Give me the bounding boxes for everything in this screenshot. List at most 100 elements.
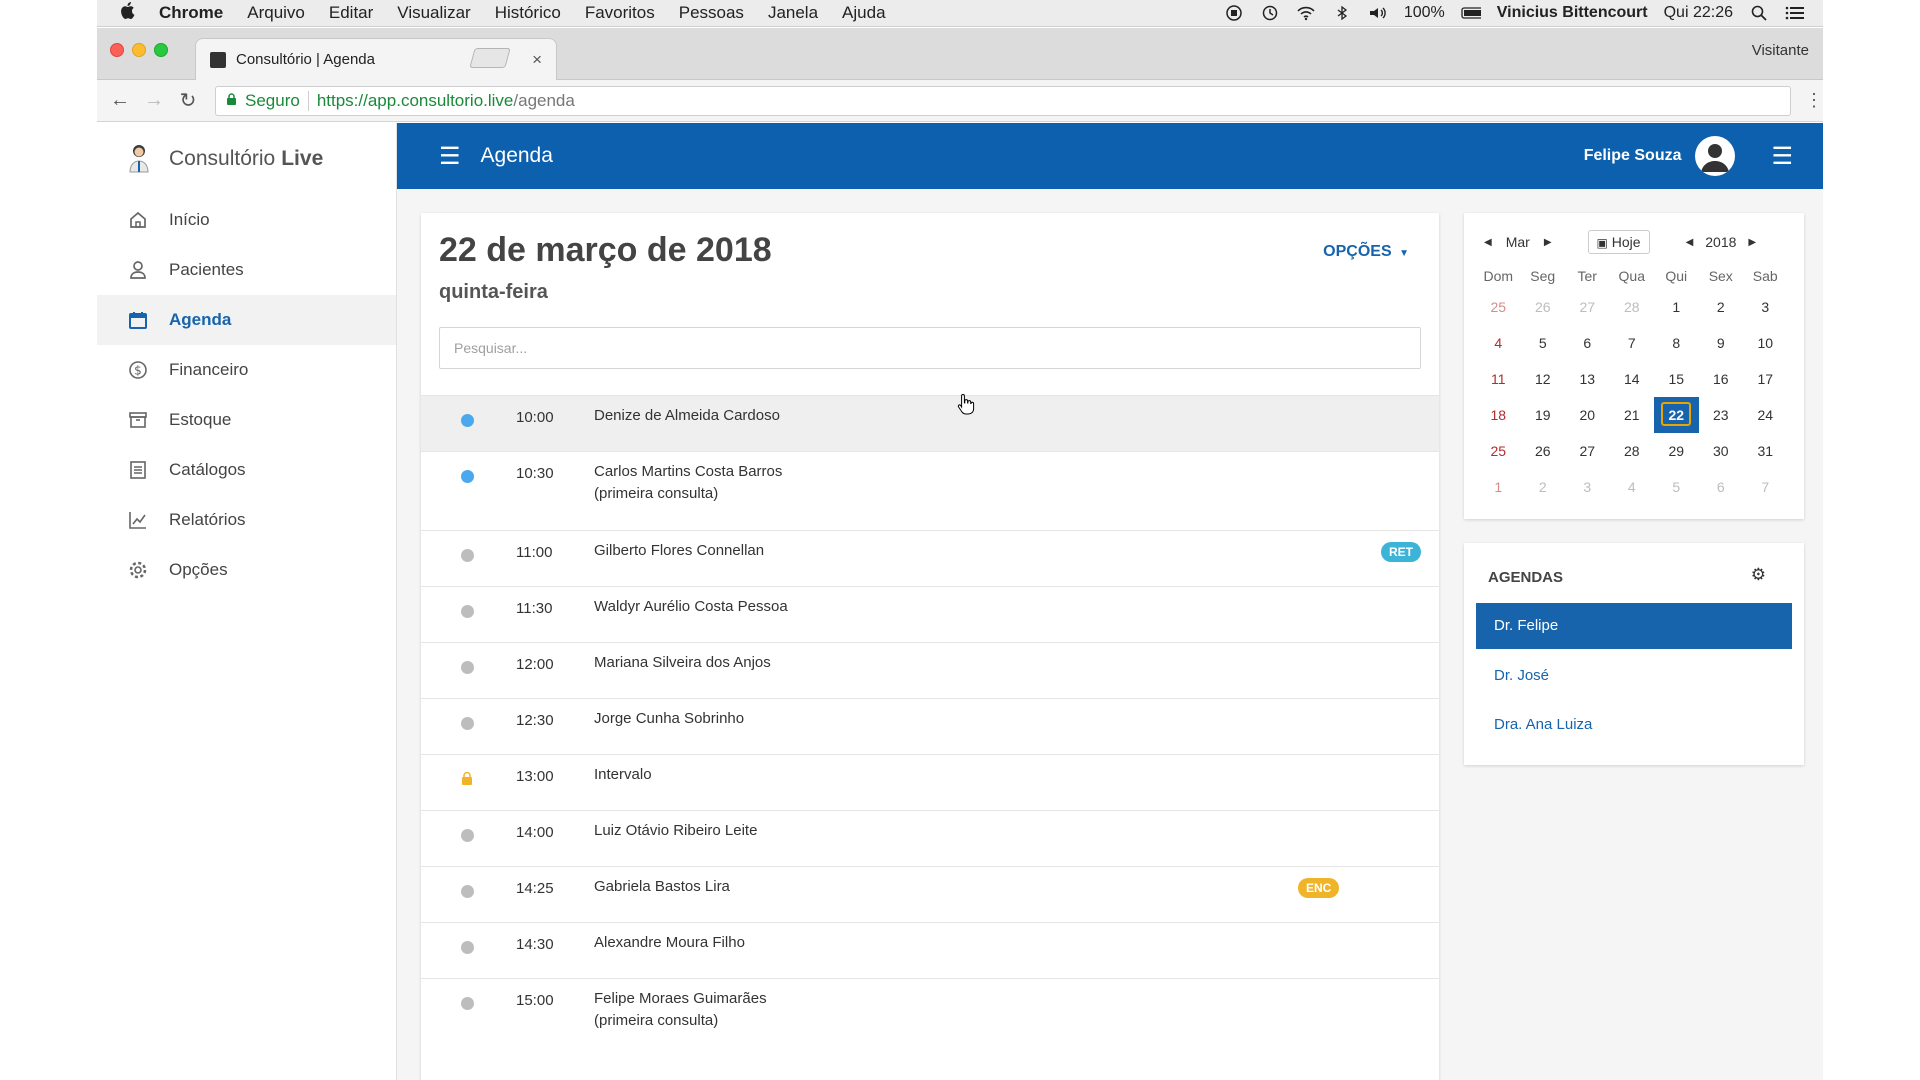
appointment-row[interactable]: 14:25 Gabriela Bastos Lira ENC xyxy=(421,866,1439,922)
bluetooth-icon[interactable] xyxy=(1332,5,1352,21)
calendar-day[interactable]: 30 xyxy=(1699,433,1744,469)
menu-ajuda[interactable]: Ajuda xyxy=(842,3,885,23)
avatar[interactable] xyxy=(1695,136,1736,176)
calendar-day[interactable]: 2 xyxy=(1521,469,1566,505)
calendar-day[interactable]: 7 xyxy=(1743,469,1788,505)
calendar-day[interactable]: 19 xyxy=(1521,397,1566,433)
agenda-item-dr-felipe[interactable]: Dr. Felipe xyxy=(1476,603,1792,649)
calendar-day[interactable]: 14 xyxy=(1610,361,1655,397)
prev-month-icon[interactable]: ◀ xyxy=(1484,237,1492,248)
window-close-button[interactable] xyxy=(110,43,124,57)
menubar-user[interactable]: Vinicius Bittencourt xyxy=(1497,4,1648,22)
sidebar-item-financeiro[interactable]: $ Financeiro xyxy=(97,345,396,395)
menu-janela[interactable]: Janela xyxy=(768,3,818,23)
calendar-day[interactable]: 31 xyxy=(1743,433,1788,469)
sidebar-item-relatorios[interactable]: Relatórios xyxy=(97,495,396,545)
calendar-day[interactable]: 18 xyxy=(1476,397,1521,433)
calendar-day[interactable]: 23 xyxy=(1699,397,1744,433)
appointment-row[interactable]: 14:30 Alexandre Moura Filho xyxy=(421,922,1439,978)
calendar-day[interactable]: 3 xyxy=(1565,469,1610,505)
window-minimize-button[interactable] xyxy=(132,43,146,57)
agenda-item-dr-jose[interactable]: Dr. José xyxy=(1476,653,1792,699)
guest-profile[interactable]: Visitante xyxy=(1752,42,1809,59)
time-machine-icon[interactable] xyxy=(1260,5,1280,21)
calendar-day[interactable]: 24 xyxy=(1743,397,1788,433)
address-bar[interactable]: Seguro https://app.consultorio.live /age… xyxy=(215,85,1791,116)
brand[interactable]: Consultório Live xyxy=(97,123,396,195)
calendar-day[interactable]: 5 xyxy=(1521,325,1566,361)
calendar-day[interactable]: 6 xyxy=(1565,325,1610,361)
calendar-day[interactable]: 15 xyxy=(1654,361,1699,397)
appointment-row[interactable]: 12:30 Jorge Cunha Sobrinho xyxy=(421,698,1439,754)
calendar-day[interactable]: 4 xyxy=(1610,469,1655,505)
calendar-day[interactable]: 4 xyxy=(1476,325,1521,361)
appointment-row[interactable]: 11:00 Gilberto Flores Connellan RET xyxy=(421,530,1439,586)
new-tab-button[interactable] xyxy=(469,48,511,68)
calendar-day[interactable]: 3 xyxy=(1743,289,1788,325)
calendar-day[interactable]: 20 xyxy=(1565,397,1610,433)
calendar-day[interactable]: 26 xyxy=(1521,433,1566,469)
prev-year-icon[interactable]: ◀ xyxy=(1686,237,1694,248)
appointment-row[interactable]: 13:00 Intervalo xyxy=(421,754,1439,810)
calendar-day[interactable]: 2 xyxy=(1699,289,1744,325)
calendar-day[interactable]: 21 xyxy=(1610,397,1655,433)
window-zoom-button[interactable] xyxy=(154,43,168,57)
sidebar-item-agenda[interactable]: Agenda xyxy=(97,295,396,345)
menu-visualizar[interactable]: Visualizar xyxy=(397,3,470,23)
calendar-day[interactable]: 27 xyxy=(1565,289,1610,325)
calendar-day[interactable]: 6 xyxy=(1699,469,1744,505)
menu-pessoas[interactable]: Pessoas xyxy=(679,3,744,23)
month-label[interactable]: Mar xyxy=(1506,234,1530,250)
back-arrow-icon[interactable]: ← xyxy=(103,89,137,112)
next-year-icon[interactable]: ▶ xyxy=(1748,237,1756,248)
next-month-icon[interactable]: ▶ xyxy=(1544,237,1552,248)
calendar-day[interactable]: 22 xyxy=(1654,397,1699,433)
menu-toggle-icon[interactable]: ☰ xyxy=(439,142,461,171)
calendar-day[interactable]: 28 xyxy=(1610,433,1655,469)
forward-arrow-icon[interactable]: → xyxy=(137,89,171,112)
today-button[interactable]: ▣ Hoje xyxy=(1587,230,1650,254)
notification-center-icon[interactable] xyxy=(1785,5,1805,21)
calendar-day[interactable]: 8 xyxy=(1654,325,1699,361)
menubar-clock[interactable]: Qui 22:26 xyxy=(1664,4,1733,22)
options-menu-icon[interactable]: ☰ xyxy=(1771,142,1793,171)
calendar-day[interactable]: 25 xyxy=(1476,289,1521,325)
calendar-day[interactable]: 25 xyxy=(1476,433,1521,469)
menu-app-name[interactable]: Chrome xyxy=(159,3,223,23)
battery-icon[interactable] xyxy=(1461,5,1481,21)
calendar-day[interactable]: 28 xyxy=(1610,289,1655,325)
tab-close-icon[interactable]: × xyxy=(532,50,542,70)
sidebar-item-opcoes[interactable]: Opções xyxy=(97,545,396,595)
calendar-day[interactable]: 29 xyxy=(1654,433,1699,469)
menu-historico[interactable]: Histórico xyxy=(495,3,561,23)
calendar-day[interactable]: 13 xyxy=(1565,361,1610,397)
user-menu[interactable]: Felipe Souza xyxy=(1584,136,1736,176)
agendas-settings-gear-icon[interactable]: ⚙ xyxy=(1751,565,1766,585)
appointment-row[interactable]: 11:30 Waldyr Aurélio Costa Pessoa xyxy=(421,586,1439,642)
spotlight-search-icon[interactable] xyxy=(1749,5,1769,21)
calendar-day[interactable]: 1 xyxy=(1654,289,1699,325)
calendar-day[interactable]: 26 xyxy=(1521,289,1566,325)
search-input[interactable] xyxy=(439,327,1421,369)
calendar-day[interactable]: 7 xyxy=(1610,325,1655,361)
sidebar-item-pacientes[interactable]: Pacientes xyxy=(97,245,396,295)
calendar-day[interactable]: 11 xyxy=(1476,361,1521,397)
calendar-day[interactable]: 9 xyxy=(1699,325,1744,361)
apple-icon[interactable] xyxy=(119,1,141,25)
menu-editar[interactable]: Editar xyxy=(329,3,373,23)
menu-arquivo[interactable]: Arquivo xyxy=(247,3,305,23)
calendar-day[interactable]: 1 xyxy=(1476,469,1521,505)
calendar-day[interactable]: 12 xyxy=(1521,361,1566,397)
calendar-day[interactable]: 27 xyxy=(1565,433,1610,469)
calendar-day[interactable]: 17 xyxy=(1743,361,1788,397)
calendar-day[interactable]: 5 xyxy=(1654,469,1699,505)
year-label[interactable]: 2018 xyxy=(1705,234,1736,250)
calendar-day[interactable]: 16 xyxy=(1699,361,1744,397)
sidebar-item-inicio[interactable]: Início xyxy=(97,195,396,245)
appointment-row[interactable]: 15:00 Felipe Moraes Guimarães (primeira co… xyxy=(421,978,1439,1057)
sidebar-item-estoque[interactable]: Estoque xyxy=(97,395,396,445)
wifi-icon[interactable] xyxy=(1296,5,1316,21)
calendar-day[interactable]: 10 xyxy=(1743,325,1788,361)
agenda-item-dra-ana-luiza[interactable]: Dra. Ana Luiza xyxy=(1476,702,1792,748)
appointment-row[interactable]: 14:00 Luiz Otávio Ribeiro Leite xyxy=(421,810,1439,866)
